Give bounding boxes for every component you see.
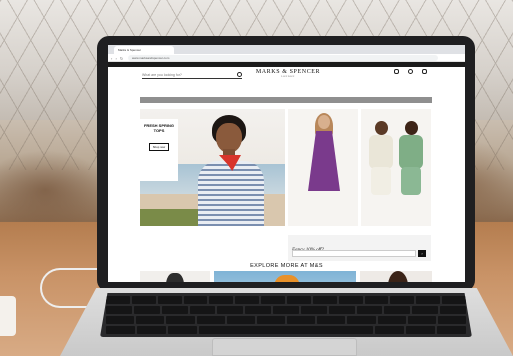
logo-subtext: LONDON <box>281 75 295 78</box>
wishlist-icon[interactable] <box>406 69 415 75</box>
explore-heading: EXPLORE MORE AT M&S <box>250 263 323 269</box>
site-logo[interactable]: MARKS & SPENCER LONDON <box>243 69 333 78</box>
search-input[interactable]: What are you looking for? <box>142 71 242 79</box>
browser-address-bar: ‹ › ↻ www.marksandspencer.com <box>108 54 465 62</box>
hero-model-shirt <box>198 161 264 226</box>
category-tile-women[interactable] <box>288 109 358 226</box>
header-icons <box>392 69 429 75</box>
tile-model-dress <box>308 113 340 195</box>
top-promo-strip[interactable] <box>108 62 465 67</box>
email-signup: Fancy 10% off? › <box>288 235 431 261</box>
explore-thumb-beauty[interactable] <box>360 271 432 282</box>
browser-tab[interactable]: Marks & Spencer <box>114 46 174 54</box>
delivery-banner[interactable] <box>140 97 432 103</box>
tile-child-right <box>397 121 425 201</box>
background-blur-left <box>0 150 110 230</box>
tile-child-left <box>367 121 395 201</box>
search-placeholder: What are you looking for? <box>142 73 182 77</box>
hero-title: FRESH SPRING TOPS <box>143 123 174 133</box>
search-icon[interactable] <box>237 72 242 77</box>
email-submit-button[interactable]: › <box>418 250 426 257</box>
trackpad <box>212 338 357 356</box>
email-field[interactable] <box>292 250 416 257</box>
browser-nav-icons[interactable]: ‹ › ↻ <box>111 56 124 61</box>
browser-tab-bar: Marks & Spencer <box>108 45 465 54</box>
hero-banner[interactable]: FRESH SPRING TOPS Shop now <box>140 109 285 226</box>
explore-thumb-men[interactable] <box>140 271 210 282</box>
shop-now-button[interactable]: Shop now <box>148 143 170 151</box>
account-icon[interactable] <box>392 69 401 75</box>
hero-text-card: FRESH SPRING TOPS Shop now <box>140 119 178 181</box>
laptop-keyboard <box>100 293 472 337</box>
coffee-cup <box>0 296 16 336</box>
explore-thumb-holiday[interactable] <box>214 271 356 282</box>
category-tile-kids[interactable] <box>361 109 431 226</box>
url-field[interactable]: www.marksandspencer.com <box>128 55 438 61</box>
laptop-screen: Marks & Spencer ‹ › ↻ www.marksandspence… <box>108 45 465 282</box>
hero-grass <box>140 209 200 226</box>
bag-icon[interactable] <box>420 69 429 75</box>
